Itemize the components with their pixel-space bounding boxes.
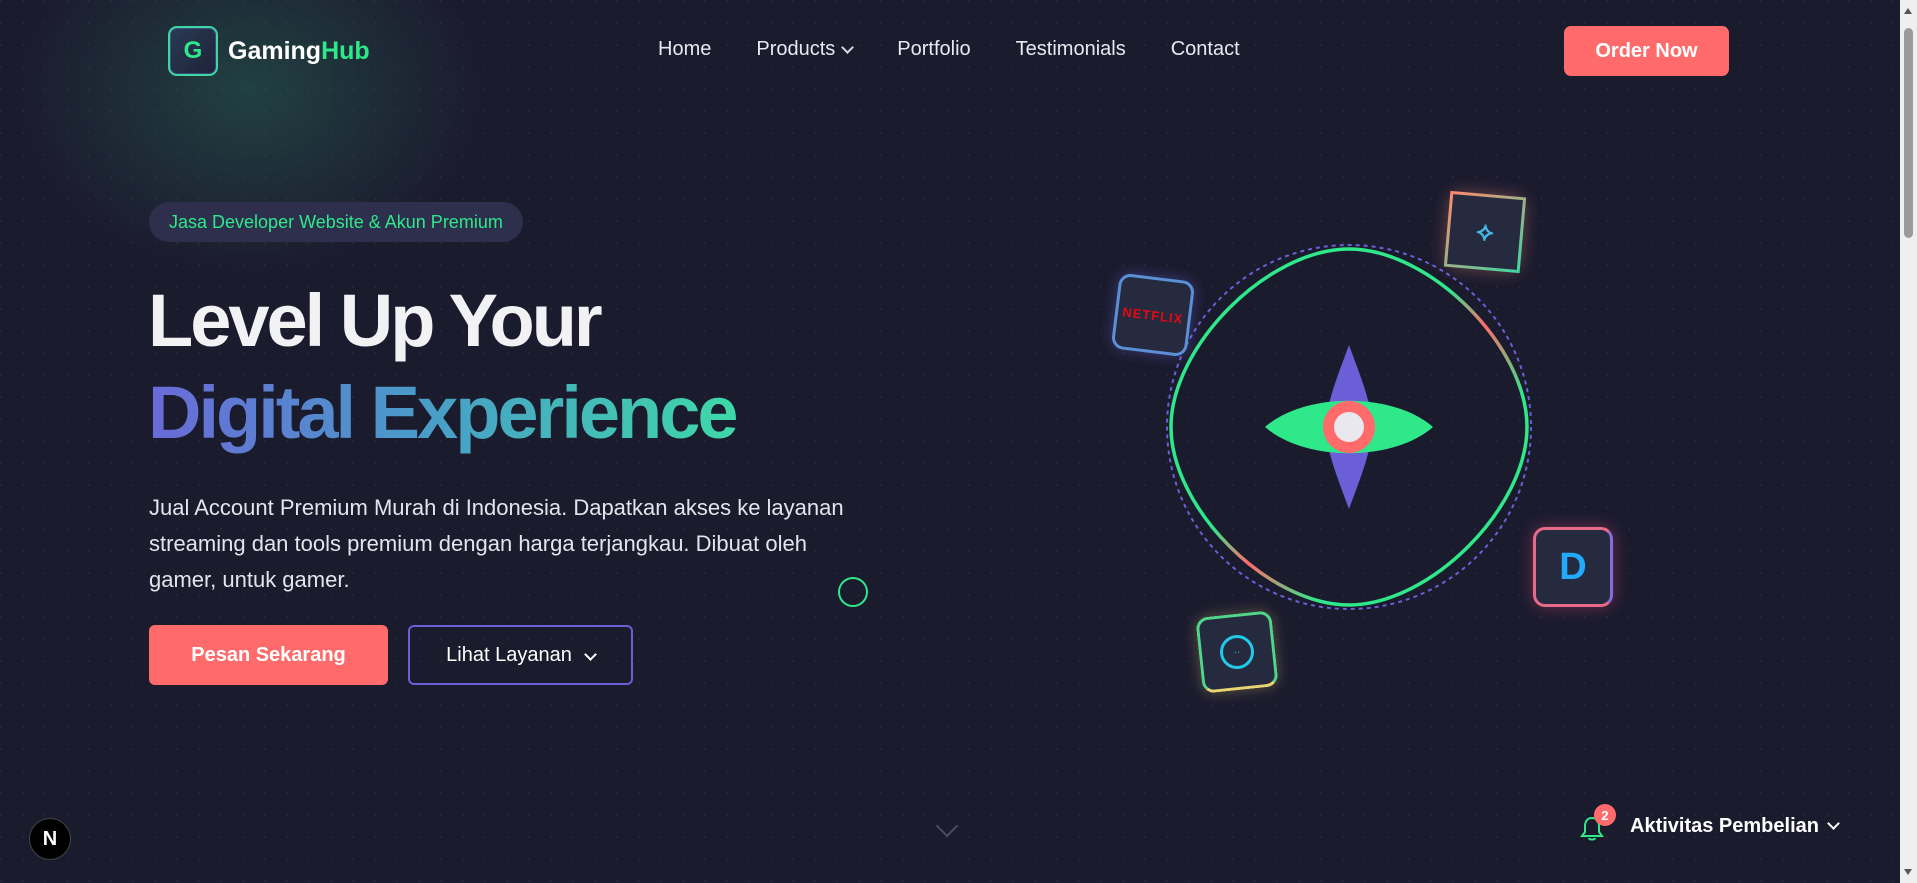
eye-pupil [1334,412,1364,442]
view-services-label: Lihat Layanan [446,643,572,666]
openai-glyph: ⟡ [1475,215,1495,247]
nav-home-label: Home [658,38,712,60]
disney-icon: D [1533,527,1613,607]
netflix-logo-text: NETFLIX [1121,303,1185,327]
scroll-up-arrow-icon[interactable] [1904,8,1912,14]
bell-icon: 2 [1580,804,1616,841]
nav-products[interactable]: Products [756,38,855,61]
order-now-button[interactable]: Order Now [1564,26,1729,76]
netflix-icon: NETFLIX [1110,272,1196,358]
framework-badge[interactable]: N [29,818,71,860]
brand-name-part2: Hub [321,36,370,65]
hero-headline-line2: Digital Experience [148,371,739,454]
chevron-down-icon [583,647,597,661]
brand-logo[interactable]: G GamingHub [168,26,370,76]
notification-count: 2 [1594,804,1616,826]
scroll-down-icon[interactable] [935,814,959,838]
hero-headline-line1: Level Up Your [148,279,603,362]
chevron-down-icon [1827,816,1840,830]
nav-contact[interactable]: Contact [1171,38,1240,61]
logo-mark: G [168,26,218,76]
nav-testimonials-label: Testimonials [1015,38,1126,60]
circle-glyph: ·· [1218,633,1256,671]
scroll-down-arrow-icon[interactable] [1904,869,1912,875]
brand-name-part1: Gaming [228,36,322,65]
page-scrollbar[interactable] [1900,0,1917,883]
nav-portfolio-label: Portfolio [897,38,971,60]
brand-name: GamingHub [228,37,370,66]
page: G GamingHub Home Products Portfolio Test… [0,0,1900,883]
d-glyph: D [1559,545,1587,588]
nav-home[interactable]: Home [658,38,711,61]
nav-portfolio[interactable]: Portfolio [897,38,970,61]
decorative-ring [838,577,868,607]
nav-contact-label: Contact [1170,38,1240,60]
scrollbar-thumb[interactable] [1904,28,1913,238]
hero-badge: Jasa Developer Website & Akun Premium [149,202,523,242]
app-circle-icon: ·· [1195,610,1279,694]
hero-description: Jual Account Premium Murah di Indonesia.… [149,495,844,592]
order-now-cta-button[interactable]: Pesan Sekarang [149,625,388,685]
purchase-activity-label: Aktivitas Pembelian [1630,814,1819,837]
nav-products-label: Products [756,38,836,60]
nav-testimonials[interactable]: Testimonials [1016,38,1126,61]
chevron-down-icon [841,40,855,54]
openai-icon: ⟡ [1443,190,1527,274]
main-nav: Home Products Portfolio Testimonials Con… [658,38,1240,61]
purchase-activity-toggle[interactable]: 2 Aktivitas Pembelian [1580,804,1840,841]
view-services-button[interactable]: Lihat Layanan [408,625,633,685]
